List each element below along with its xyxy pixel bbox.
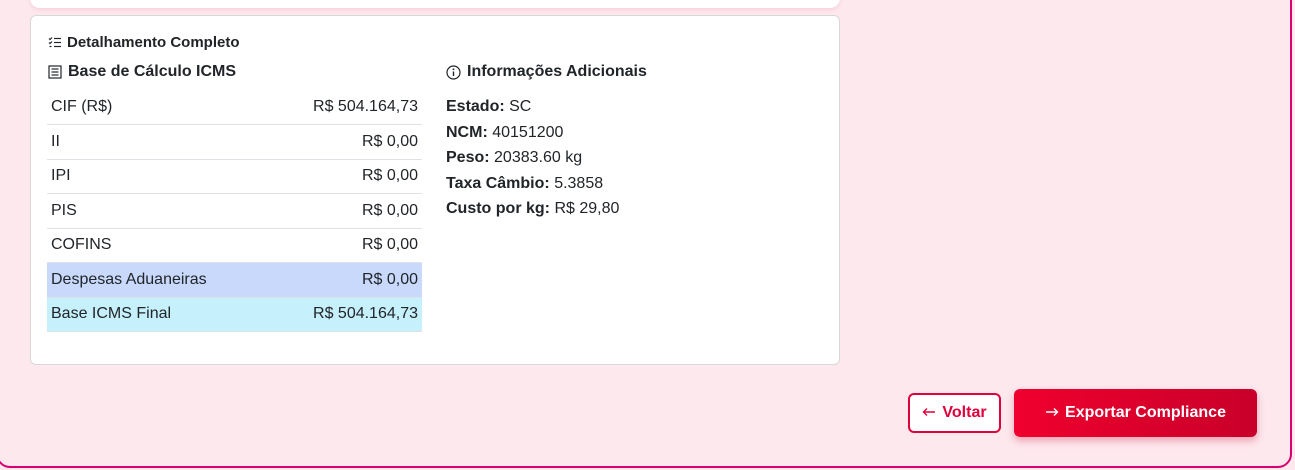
row-value: R$ 0,00 [268, 124, 422, 160]
previous-card-edge [30, 0, 840, 8]
list-icon [47, 35, 62, 50]
row-label: Base ICMS Final [47, 297, 269, 332]
table-row: COFINS R$ 0,00 [47, 228, 422, 263]
info-label: Peso: [446, 149, 490, 167]
export-compliance-button[interactable]: Exportar Compliance [1014, 389, 1257, 437]
arrow-left-icon [922, 404, 936, 422]
row-label: COFINS [47, 228, 269, 263]
info-value: SC [509, 98, 532, 115]
row-value: R$ 0,00 [268, 193, 422, 229]
arrow-right-icon [1045, 404, 1059, 422]
base-calculo-title-text: Base de Cálculo ICMS [68, 63, 237, 80]
table-row-despesas: Despesas Aduaneiras R$ 0,00 [47, 262, 422, 298]
info-label: Custo por kg: [446, 200, 550, 218]
info-item-estado: Estado: SC [446, 94, 619, 120]
export-button-label: Exportar Compliance [1065, 404, 1226, 421]
detail-card: Detalhamento Completo Base de Cálculo IC… [30, 15, 840, 365]
card-title: Detalhamento Completo [47, 34, 240, 51]
info-value: R$ 29,80 [554, 200, 620, 218]
table-row-base-final: Base ICMS Final R$ 504.164,73 [47, 297, 422, 332]
base-calculo-title: Base de Cálculo ICMS [47, 63, 236, 81]
info-label: NCM: [446, 123, 488, 141]
base-calculo-table: CIF (R$) R$ 504.164,73 II R$ 0,00 IPI R$… [47, 90, 422, 332]
row-value: R$ 0,00 [268, 228, 422, 263]
row-value: R$ 0,00 [268, 159, 422, 194]
document-icon [47, 65, 62, 80]
info-label: Estado: [446, 98, 505, 115]
info-item-ncm: NCM: 40151200 [446, 120, 619, 146]
table-row: CIF (R$) R$ 504.164,73 [47, 90, 422, 125]
info-value: 20383.60 kg [494, 149, 583, 167]
info-list: Estado: SC NCM: 40151200 Peso: 20383.60 … [446, 94, 619, 222]
back-button-label: Voltar [942, 404, 987, 421]
info-title-text: Informações Adicionais [467, 63, 647, 80]
info-item-custo-kg: Custo por kg: R$ 29,80 [446, 196, 619, 222]
info-circle-icon [446, 64, 461, 80]
info-item-peso: Peso: 20383.60 kg [446, 145, 619, 171]
info-value: 40151200 [492, 123, 564, 141]
back-button[interactable]: Voltar [908, 393, 1001, 433]
table-row: PIS R$ 0,00 [47, 193, 422, 229]
row-value: R$ 504.164,73 [268, 297, 422, 332]
row-label: IPI [47, 159, 269, 194]
info-title: Informações Adicionais [446, 63, 647, 81]
row-value: R$ 0,00 [268, 262, 422, 298]
row-label: PIS [47, 193, 269, 229]
row-label: II [47, 124, 269, 160]
row-value: R$ 504.164,73 [268, 90, 422, 125]
table-row: II R$ 0,00 [47, 124, 422, 160]
info-item-taxa-cambio: Taxa Câmbio: 5.3858 [446, 171, 619, 197]
row-label: Despesas Aduaneiras [47, 262, 269, 298]
info-label: Taxa Câmbio: [446, 174, 550, 192]
card-title-text: Detalhamento Completo [67, 34, 240, 51]
table-row: IPI R$ 0,00 [47, 159, 422, 194]
row-label: CIF (R$) [47, 90, 269, 125]
info-value: 5.3858 [554, 174, 604, 192]
